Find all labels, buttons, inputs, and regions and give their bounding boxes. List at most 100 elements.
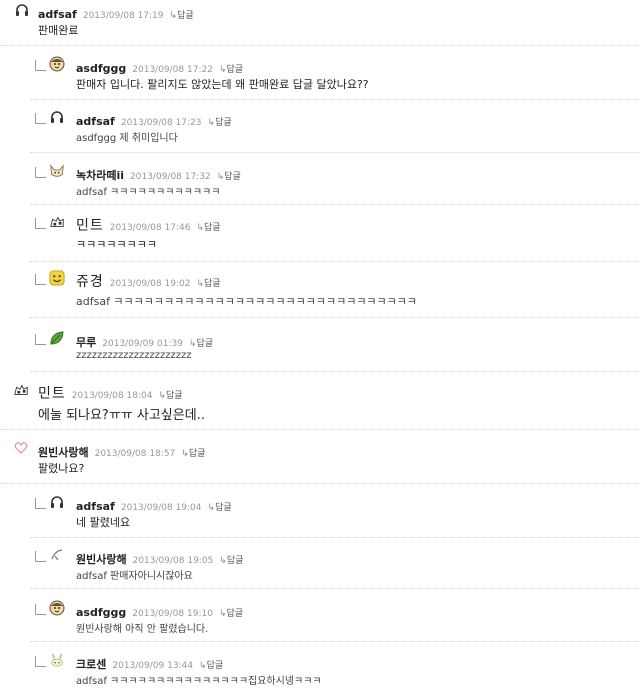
- reply-button[interactable]: ↳답글: [181, 449, 205, 459]
- divider: [30, 99, 640, 100]
- comment-body: ㅋㅋㅋㅋㅋㅋㅋㅋ: [76, 238, 157, 251]
- reply-arrow-icon: ↳: [207, 503, 216, 513]
- reply-indent-icon: [35, 656, 46, 667]
- comment-item: 원빈사랑해 2013/09/08 18:57 ↳답글 팔렸나요?: [0, 438, 640, 484]
- cow-icon: [49, 214, 65, 230]
- divider: [30, 641, 640, 642]
- reply-button[interactable]: ↳답글: [189, 339, 213, 349]
- divider: [30, 537, 640, 538]
- divider: [30, 261, 640, 262]
- comment-author[interactable]: 원빈사랑해: [38, 446, 89, 459]
- divider: [30, 204, 640, 205]
- divider: [30, 588, 640, 589]
- comment-author[interactable]: 원빈사랑해: [76, 553, 127, 566]
- reply-indent-icon: [35, 274, 46, 285]
- reply-button[interactable]: ↳답글: [208, 118, 232, 128]
- comment-date: 2013/09/09 13:44: [112, 661, 194, 671]
- comment-date: 2013/09/09 01:39: [102, 339, 183, 349]
- comment-body: asdfggg 제 취미입니다: [76, 133, 178, 144]
- comment-date: 2013/09/08 17:46: [109, 223, 191, 233]
- face-avatar-icon: [49, 56, 65, 72]
- comment-date: 2013/09/08 19:02: [109, 279, 191, 289]
- comment-author[interactable]: adfsaf: [38, 8, 77, 21]
- comment-body: adfsaf ㅋㅋㅋㅋㅋㅋㅋㅋㅋㅋㅋㅋㅋㅋㅋ집요하시넹ㅋㅋㅋ: [76, 676, 322, 687]
- comment-item: adfsaf 2013/09/08 19:04 ↳답글 네 팔렸네요: [0, 492, 640, 538]
- comment-author[interactable]: 크로센: [76, 658, 106, 671]
- headphones-icon: [49, 109, 65, 125]
- reply-arrow-icon: ↳: [158, 391, 166, 401]
- reply-arrow-icon: ↳: [196, 279, 204, 289]
- comment-author[interactable]: asdfggg: [76, 62, 126, 75]
- comment-date: 2013/09/08 19:05: [132, 556, 214, 566]
- divider: [30, 152, 640, 153]
- cow-icon: [13, 382, 29, 398]
- divider: [0, 45, 640, 46]
- leaf-icon: [49, 330, 65, 346]
- rabbit-icon: [49, 652, 65, 668]
- comment-date: 2013/09/08 17:22: [132, 65, 213, 75]
- comment-item: asdfggg 2013/09/08 17:22 ↳답글 판매자 입니다. 팔리지도…: [0, 54, 640, 100]
- comment-date: 2013/09/08 18:04: [71, 391, 153, 401]
- comment-date: 2013/09/08 17:32: [130, 172, 211, 182]
- reply-indent-icon: [35, 604, 46, 615]
- comment-item: 녹차라떼ii 2013/09/08 17:32 ↳답글 adfsaf ㅋㅋㅋㅋㅋㅋㅋ…: [0, 161, 640, 205]
- comment-body: 원빈사랑해 아직 안 팔렸습니다.: [76, 624, 209, 635]
- comment-item: 민트 2013/09/08 18:04 ↳답글 에눌 되나요?ㅠㅠ 사고싶은데..: [0, 380, 640, 430]
- reply-button[interactable]: ↳답글: [219, 65, 243, 75]
- comment-author[interactable]: 녹차라떼ii: [76, 169, 124, 182]
- reply-button[interactable]: ↳답글: [199, 661, 223, 671]
- comment-item: 크로센 2013/09/09 13:44 ↳답글 adfsaf ㅋㅋㅋㅋㅋㅋㅋㅋㅋㅋ…: [0, 650, 640, 688]
- comment-body: zzzzzzzzzzzzzzzzzzzzzz: [76, 350, 192, 361]
- reply-button[interactable]: ↳답글: [158, 391, 182, 401]
- comment-body: 팔렸나요?: [38, 462, 85, 475]
- divider: [0, 483, 640, 484]
- heart-icon: [13, 440, 29, 456]
- comment-body: 에눌 되나요?ㅠㅠ 사고싶은데..: [38, 408, 205, 423]
- reply-indent-icon: [35, 551, 46, 562]
- comment-author[interactable]: 민트: [38, 386, 66, 402]
- comment-date: 2013/09/08 17:23: [120, 118, 202, 128]
- reply-arrow-icon: ↳: [181, 449, 189, 459]
- comment-body: 판매자 입니다. 팔리지도 않았는데 왜 판매완료 답글 달았나요??: [76, 78, 369, 91]
- reply-indent-icon: [35, 167, 46, 178]
- reply-arrow-icon: ↳: [207, 118, 216, 128]
- reply-indent-icon: [35, 60, 46, 71]
- headphones-icon: [14, 2, 30, 18]
- divider: [30, 371, 640, 372]
- divider: [0, 429, 640, 430]
- reply-indent-icon: [35, 113, 46, 124]
- reply-indent-icon: [35, 218, 46, 229]
- comment-author[interactable]: 쥬경: [76, 274, 104, 290]
- comment-date: 2013/09/08 19:10: [132, 609, 213, 619]
- reply-button[interactable]: ↳답글: [196, 279, 220, 289]
- bird-icon: [49, 547, 65, 563]
- reply-button[interactable]: ↳답글: [208, 503, 232, 513]
- comment-author[interactable]: adfsaf: [76, 500, 115, 513]
- comment-author[interactable]: asdfggg: [76, 606, 126, 619]
- reply-button[interactable]: ↳답글: [219, 556, 243, 566]
- comment-author[interactable]: 민트: [76, 218, 104, 234]
- comment-date: 2013/09/08 19:04: [120, 503, 202, 513]
- reply-arrow-icon: ↳: [219, 556, 227, 566]
- comment-author[interactable]: 무루: [76, 336, 96, 349]
- comment-item: asdfggg 2013/09/08 19:10 ↳답글 원빈사랑해 아직 안 팔렸…: [0, 598, 640, 642]
- reply-button[interactable]: ↳답글: [217, 172, 241, 182]
- comment-item: adfsaf 2013/09/08 17:23 ↳답글 asdfggg 제 취미입니…: [0, 107, 640, 153]
- reply-button[interactable]: ↳답글: [170, 11, 194, 21]
- fox-icon: [49, 163, 65, 179]
- comment-body: adfsaf 판매자아니시잖아요: [76, 571, 193, 582]
- comment-author[interactable]: adfsaf: [76, 115, 115, 128]
- comment-body: 판매완료: [38, 24, 79, 37]
- comment-date: 2013/09/08 17:19: [82, 11, 164, 21]
- reply-arrow-icon: ↳: [199, 661, 207, 671]
- face-avatar-icon: [49, 600, 65, 616]
- reply-button[interactable]: ↳답글: [196, 223, 220, 233]
- comment-body: adfsaf ㅋㅋㅋㅋㅋㅋㅋㅋㅋㅋㅋㅋㅋㅋㅋㅋㅋㅋㅋㅋㅋㅋㅋㅋㅋㅋㅋㅋㅋㅋ: [76, 295, 418, 308]
- reply-button[interactable]: ↳답글: [219, 609, 243, 619]
- reply-arrow-icon: ↳: [169, 11, 178, 21]
- comment-body: 네 팔렸네요: [76, 516, 131, 529]
- comment-item: 원빈사랑해 2013/09/08 19:05 ↳답글 adfsaf 판매자아니시잖아…: [0, 545, 640, 589]
- reply-indent-icon: [35, 334, 46, 345]
- reply-indent-icon: [35, 498, 46, 509]
- smiley-icon: [49, 270, 65, 286]
